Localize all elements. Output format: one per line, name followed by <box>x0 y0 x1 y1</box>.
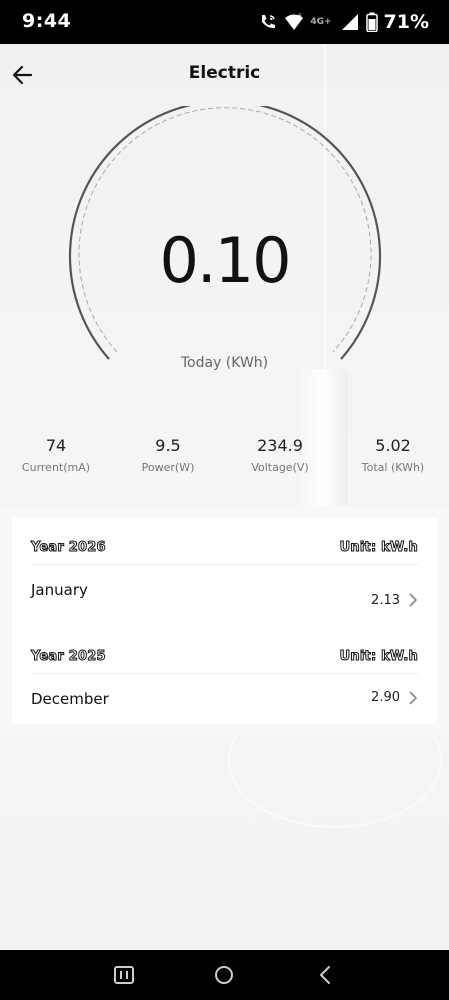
system-nav-bar <box>0 950 449 1000</box>
stat-value: 9.5 <box>155 436 181 455</box>
status-icons: 6 4G+ 71% <box>258 10 429 34</box>
stat-value: 5.02 <box>375 436 411 455</box>
stats-row: 74 Current(mA) 9.5 Power(W) 234.9 Voltag… <box>0 436 449 486</box>
network-type: 4G+ <box>310 17 332 27</box>
chevron-right-icon <box>409 691 418 705</box>
battery-percent: 71% <box>383 11 429 33</box>
month-row-january[interactable]: January 2.13 <box>31 568 418 622</box>
chevron-left-icon[interactable] <box>314 964 338 986</box>
wifi-calling-icon <box>262 15 276 29</box>
stat-label: Current(mA) <box>21 461 91 474</box>
stat-label: Total (KWh) <box>361 461 425 474</box>
unit-label: Unit: kW.h <box>339 649 418 665</box>
status-time: 9:44 <box>22 10 72 32</box>
status-bar: 9:44 6 4G+ 71% <box>0 0 449 44</box>
page-title: Electric <box>188 63 261 83</box>
stat-voltage: 234.9 Voltage(V) <box>230 436 330 474</box>
stat-label: Power(W) <box>141 461 195 474</box>
stat-label: Voltage(V) <box>251 461 309 474</box>
month-value: 2.90 <box>371 690 400 705</box>
header: Electric <box>0 44 449 104</box>
home-icon[interactable] <box>212 964 236 986</box>
month-name: January <box>31 581 88 599</box>
chevron-right-icon <box>409 593 418 607</box>
stat-value: 234.9 <box>257 436 303 455</box>
svg-text:6: 6 <box>298 13 302 20</box>
stat-total: 5.02 Total (KWh) <box>343 436 443 474</box>
month-row-december[interactable]: December 2.90 <box>31 677 418 731</box>
year-label: Year 2025 <box>31 649 107 665</box>
today-energy-label: Today (KWh) <box>180 355 269 371</box>
unit-label: Unit: kW.h <box>339 540 418 556</box>
history-section: Year 2026 Unit: kW.h January 2.13 Year 2… <box>0 506 449 736</box>
year-label: Year 2026 <box>31 540 107 556</box>
app-screen: Electric 0.10 Today (KWh) 74 Current(mA)… <box>0 44 449 950</box>
wifi-icon: 6 <box>285 13 304 30</box>
battery-icon <box>365 12 378 32</box>
stat-power: 9.5 Power(W) <box>118 436 218 474</box>
recents-icon[interactable] <box>112 964 136 986</box>
month-value: 2.13 <box>371 593 400 608</box>
month-name: December <box>31 690 109 708</box>
history-card: Year 2026 Unit: kW.h January 2.13 Year 2… <box>12 518 437 724</box>
signal-icon <box>341 14 358 30</box>
year-header-2025: Year 2025 Unit: kW.h <box>31 639 418 674</box>
stat-current: 74 Current(mA) <box>6 436 106 474</box>
stat-value: 74 <box>45 436 67 455</box>
year-header-2026: Year 2026 Unit: kW.h <box>31 530 418 565</box>
today-energy-value: 0.10 <box>159 224 291 297</box>
